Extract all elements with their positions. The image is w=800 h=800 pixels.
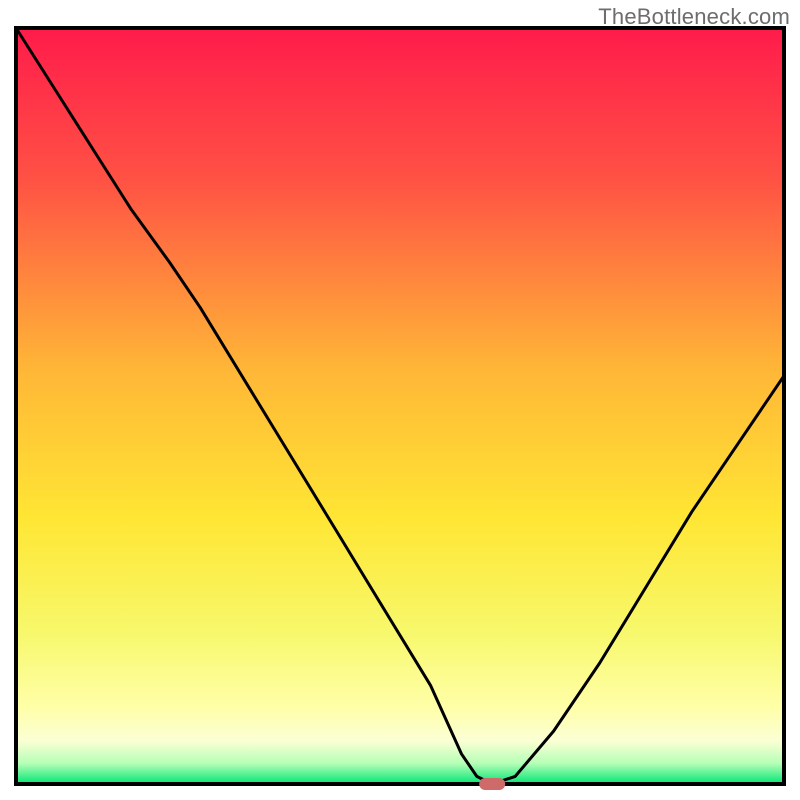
watermark-text: TheBottleneck.com — [598, 4, 790, 30]
optimal-marker — [479, 778, 505, 790]
bottleneck-chart — [0, 0, 800, 800]
chart-container: TheBottleneck.com — [0, 0, 800, 800]
chart-background — [18, 30, 782, 782]
